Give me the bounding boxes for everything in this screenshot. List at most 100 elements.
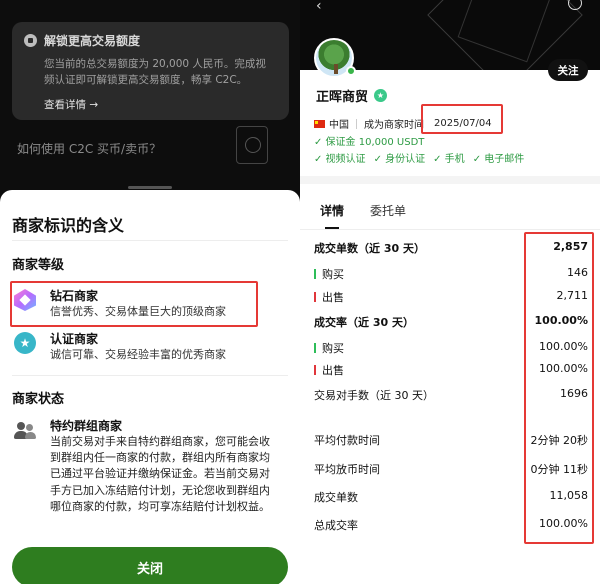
since-date: 2025/07/04 (434, 118, 492, 129)
stat-row: 成交单数（近 30 天） 2,857 (314, 240, 588, 256)
back-arrow-icon[interactable]: ‹ (316, 0, 322, 14)
how-to-use-c2c-link[interactable]: 如何使用 C2C 买币/卖币？ (17, 140, 161, 157)
limit-banner[interactable]: 解锁更高交易额度 您当前的总交易额度为 20,000 人民币。完成视 频认证即可… (12, 22, 289, 120)
status-heading: 商家状态 (12, 392, 65, 407)
stat-row: 平均付款时间 2分钟 20秒 (314, 432, 588, 448)
banner-desc: 您当前的总交易额度为 20,000 人民币。完成视 频认证即可解锁更高交易额度，… (24, 56, 277, 88)
stat-label-wrap: 出售 (314, 362, 344, 378)
stat-value: 2,857 (553, 240, 588, 253)
divider (300, 229, 600, 230)
stat-value: 100.00% (539, 340, 588, 353)
stat-value: 146 (567, 266, 588, 279)
stat-value: 2,711 (556, 289, 589, 302)
banner-desc-line1: 您当前的总交易额度为 20,000 人民币。完成视 (44, 58, 266, 70)
stat-label: 平均放币时间 (314, 463, 380, 476)
sheet-handle[interactable] (128, 186, 172, 189)
stat-value: 1696 (560, 387, 588, 400)
badge-video: ✓ 视频认证 (314, 154, 366, 165)
stat-row: 购买 100.00% (314, 340, 588, 356)
tab-details[interactable]: 详情 (320, 202, 344, 229)
group-desc: 当前交易对手来自特约群组商家，您可能会收 到群组内任一商家的付款，群组内所有商家… (50, 434, 286, 515)
unlock-icon (24, 34, 37, 47)
stat-label: 成交率（近 30 天） (314, 316, 414, 329)
diamond-merchant-item: 钻石商家 信誉优秀、交易体量巨大的顶级商家 (14, 288, 226, 320)
merchant-info-row: 中国 成为商家时间 2025/07/04 (314, 116, 492, 131)
merchant-name-row: 正晖商贸 (316, 86, 388, 105)
diamond-icon (14, 289, 36, 311)
verification-badges: ✓ 视频认证 ✓ 身份认证 ✓ 手机 ✓ 电子邮件 (314, 150, 524, 165)
group-desc-line: 手方已加入冻结赔付计划，无论您收到群组内 (50, 483, 270, 497)
group-desc-line: 到群组内任一商家的付款，群组内所有商家均 (50, 451, 270, 465)
stat-label: 出售 (322, 364, 344, 377)
group-desc-line: 哪位商家的付款，均可享冻结赔付计划权益。 (50, 499, 270, 513)
stat-row: 出售 2,711 (314, 289, 588, 305)
share-icon[interactable] (568, 0, 582, 10)
badge-email: ✓ 电子邮件 (472, 154, 525, 165)
banner-title: 解锁更高交易额度 (44, 34, 141, 48)
banner-title-row: 解锁更高交易额度 (24, 32, 277, 49)
tab-orders[interactable]: 委托单 (370, 202, 406, 219)
detail-tabs: 详情 委托单 (320, 202, 406, 229)
since-label: 成为商家时间 (364, 120, 424, 131)
stat-label: 总成交率 (314, 519, 358, 532)
level-heading: 商家等级 (12, 258, 65, 273)
stat-value: 100.00% (539, 517, 588, 530)
follow-button[interactable]: 关注 (548, 59, 588, 81)
certified-star-icon[interactable] (374, 89, 388, 102)
country: 中国 (329, 120, 349, 131)
buy-marker (314, 269, 316, 279)
stat-row: 成交单数 11,058 (314, 489, 588, 505)
group-merchant-item: 特约群组商家 当前交易对手来自特约群组商家，您可能会收 到群组内任一商家的付款，… (14, 418, 286, 515)
stat-label: 成交单数 (314, 491, 358, 504)
group-title: 特约群组商家 (50, 419, 123, 433)
certified-desc: 诚信可靠、交易经验丰富的优秀商家 (50, 348, 226, 361)
stat-label: 出售 (322, 291, 344, 304)
divider (12, 375, 288, 376)
divider (12, 240, 288, 241)
china-flag-icon (314, 119, 325, 128)
stat-label-wrap: 出售 (314, 289, 344, 305)
stat-label: 购买 (322, 268, 344, 281)
stat-value: 100.00% (539, 362, 588, 375)
stat-value: 2分钟 20秒 (530, 434, 589, 447)
stat-value: 11,058 (549, 489, 589, 502)
stat-row: 成交率（近 30 天） 100.00% (314, 314, 588, 330)
merchant-name: 正晖商贸 (316, 90, 369, 105)
group-users-icon (14, 419, 36, 441)
card-illustration-icon (236, 126, 268, 164)
merchant-badge-sheet: 商家标识的含义 商家等级 钻石商家 信誉优秀、交易体量巨大的顶级商家 认证商家 … (0, 190, 300, 584)
certified-title: 认证商家 (50, 332, 99, 346)
badge-phone: ✓ 手机 (433, 154, 465, 165)
divider (356, 118, 357, 129)
stat-row: 平均放币时间 0分钟 11秒 (314, 461, 588, 477)
group-desc-line: 已通过平台验证并缴纳保证金。若当前交易对 (50, 467, 270, 481)
group-desc-line: 当前交易对手来自特约群组商家，您可能会收 (50, 435, 270, 448)
view-details-link[interactable]: 查看详情 → (24, 97, 277, 112)
diamond-title: 钻石商家 (50, 289, 99, 303)
right-screen: ‹ 关注 正晖商贸 中国 成为商家时间 2025/07/04 ✓ 保证金 10,… (300, 0, 600, 584)
stat-label-wrap: 购买 (314, 340, 344, 356)
stat-row: 购买 146 (314, 266, 588, 282)
deposit-badge: ✓ 保证金 10,000 USDT (314, 137, 425, 148)
diamond-desc: 信誉优秀、交易体量巨大的顶级商家 (50, 305, 226, 318)
badge-identity: ✓ 身份认证 (373, 154, 426, 165)
stat-row: 总成交率 100.00% (314, 517, 588, 533)
stat-label: 购买 (322, 342, 344, 355)
close-button[interactable]: 关闭 (12, 547, 288, 584)
stat-value: 0分钟 11秒 (530, 463, 589, 476)
stat-label-wrap: 购买 (314, 266, 344, 282)
stat-label: 交易对手数（近 30 天） (314, 389, 434, 402)
buy-marker (314, 343, 316, 353)
sell-marker (314, 365, 316, 375)
section-divider (300, 176, 600, 184)
stat-row: 出售 100.00% (314, 362, 588, 378)
stat-row: 交易对手数（近 30 天） 1696 (314, 387, 588, 403)
stat-value: 100.00% (534, 314, 588, 327)
online-status-dot (346, 66, 356, 76)
certified-star-icon (14, 332, 36, 354)
banner-desc-line2: 频认证即可解锁更高交易额度，畅享 C2C。 (44, 74, 248, 86)
sell-marker (314, 292, 316, 302)
sheet-title: 商家标识的含义 (12, 216, 125, 235)
stat-label: 成交单数（近 30 天） (314, 242, 425, 255)
certified-merchant-item: 认证商家 诚信可靠、交易经验丰富的优秀商家 (14, 331, 226, 363)
